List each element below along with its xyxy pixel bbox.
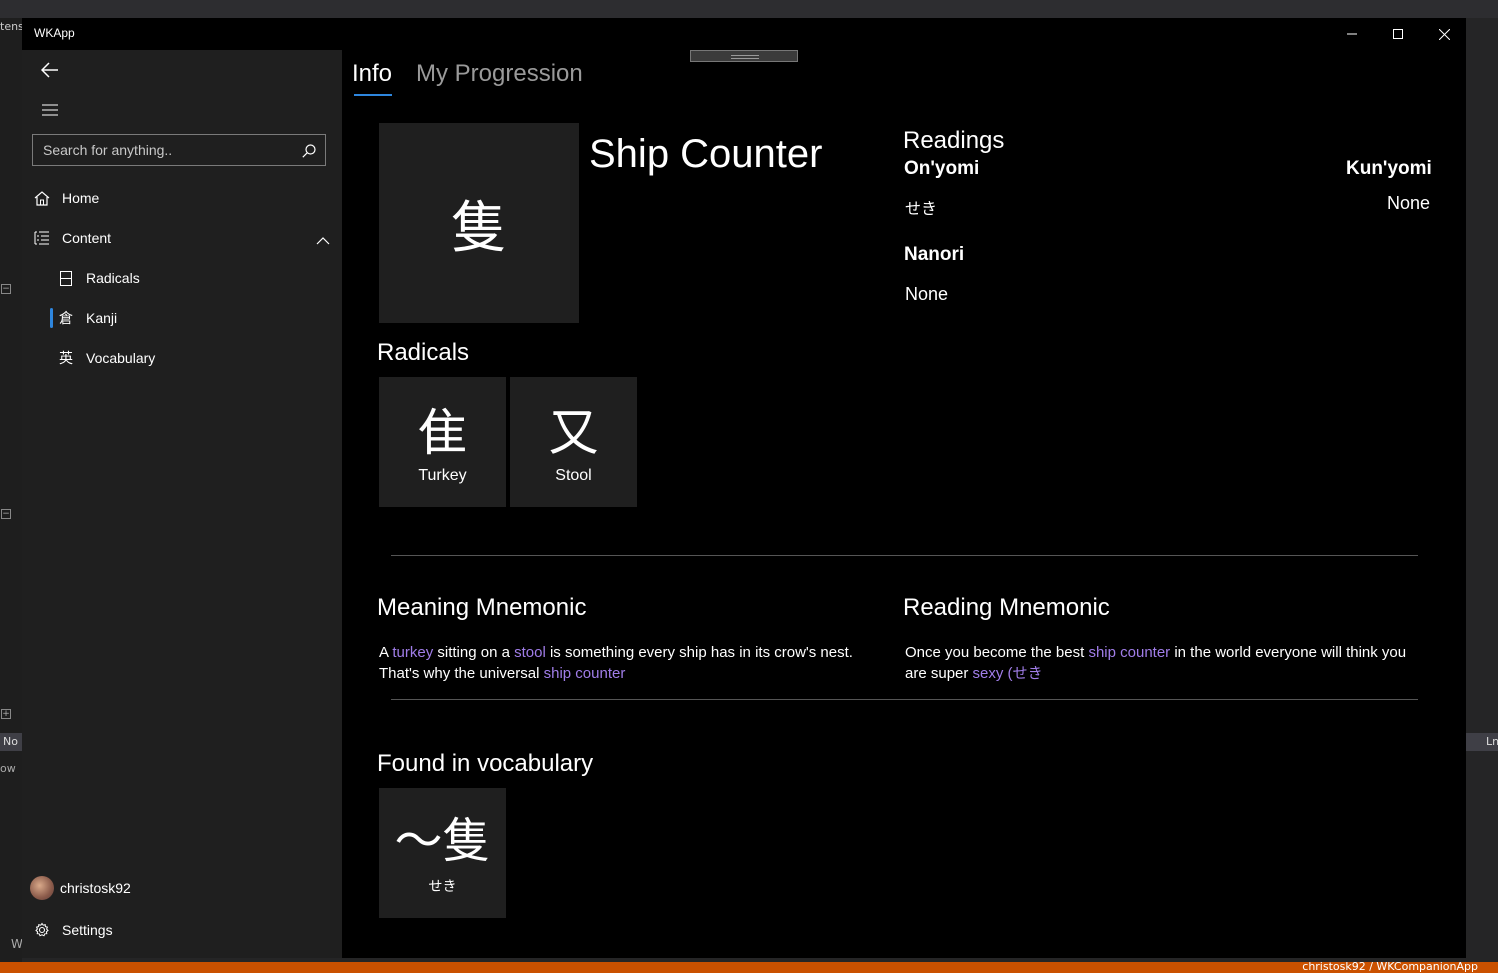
collapse-marker[interactable]: − [1, 284, 11, 294]
minimize-button[interactable] [1329, 18, 1375, 50]
mnemonic-highlight: turkey [392, 644, 434, 661]
mnemonic-highlight: sexy [972, 665, 1004, 682]
hamburger-icon [42, 104, 58, 116]
mnemonic-highlight: せき [1012, 665, 1043, 682]
kanji-tile: 隻 [379, 123, 579, 323]
nav-item-user[interactable]: christosk92 [22, 868, 342, 908]
search-box [32, 134, 326, 166]
nav-item-settings[interactable]: Settings [22, 910, 342, 950]
ide-left-strip [0, 18, 22, 963]
close-icon [1438, 28, 1450, 40]
close-button[interactable] [1421, 18, 1467, 50]
minimize-icon [1347, 33, 1357, 35]
tab-underline [354, 94, 392, 96]
ide-status-left: No [0, 733, 22, 751]
drag-handle[interactable] [690, 50, 798, 62]
ide-topbar [0, 0, 1498, 18]
collapse-marker[interactable]: − [1, 509, 11, 519]
radical-tile[interactable]: 隹 Turkey [379, 377, 506, 507]
meaning-mnemonic-text: A turkey sitting on a stool is something… [379, 644, 853, 682]
onyomi-value: せき [905, 199, 938, 218]
repo-label: christosk92 / WKCompanionApp [1302, 960, 1478, 973]
vocabulary-characters: 〜隻 [394, 813, 491, 869]
vocabulary-reading: せき [428, 879, 457, 895]
nav-item-label: Kanji [86, 310, 118, 326]
nav-item-kanji[interactable]: 倉 Kanji [22, 298, 342, 338]
maximize-button[interactable] [1375, 18, 1421, 50]
nav-item-label: Home [62, 190, 100, 206]
nav-item-label: Vocabulary [86, 350, 156, 366]
back-arrow-icon [41, 62, 58, 78]
chevron-up-icon[interactable] [316, 230, 330, 249]
kanji-character: 隻 [451, 195, 507, 261]
kunyomi-value: None [1387, 193, 1431, 213]
reading-mnemonic-title: Reading Mnemonic [903, 594, 1110, 621]
nav-item-label: Settings [62, 922, 113, 938]
selection-indicator [50, 308, 53, 328]
vocabulary-title: Found in vocabulary [377, 750, 594, 777]
ide-output-label: ow [0, 762, 16, 775]
readings-title: Readings [903, 127, 1005, 154]
nav-item-content[interactable]: Content [22, 218, 342, 258]
tab-info[interactable]: Info [352, 60, 392, 88]
nanori-value: None [905, 284, 949, 304]
radical-tile[interactable]: 又 Stool [510, 377, 637, 507]
mnemonic-highlight: stool [514, 644, 546, 661]
navigation-pane: Home Content Radicals 倉 Kanji 英 Vocabula… [22, 50, 342, 958]
divider [391, 555, 1418, 556]
radicals-title: Radicals [377, 339, 470, 366]
back-button[interactable] [30, 52, 70, 88]
divider [391, 699, 1418, 700]
kunyomi-label: Kun'yomi [1346, 158, 1432, 179]
radical-character: 又 [548, 404, 599, 462]
reading-mnemonic-text: Once you become the best ship counter in… [905, 644, 1407, 682]
radical-character: 隹 [417, 404, 468, 462]
search-input[interactable] [33, 135, 295, 165]
nanori-label: Nanori [904, 244, 965, 265]
ide-status-right: Ln [1466, 733, 1498, 751]
ide-left-label: tens [0, 20, 24, 33]
nav-item-label: Content [62, 230, 112, 246]
vocabulary-tile[interactable]: 〜隻 せき [379, 788, 506, 918]
meaning-mnemonic-title: Meaning Mnemonic [377, 594, 587, 621]
expand-marker[interactable]: + [1, 709, 11, 719]
ide-status-bar: christosk92 / WKCompanionApp [0, 960, 1498, 973]
main-content: Info My Progression 隻 Ship Counter Readi… [342, 50, 1466, 958]
mnemonic-highlight: ship counter [1088, 644, 1171, 661]
app-window: WKApp Home [22, 18, 1466, 958]
nav-item-label: Radicals [86, 270, 140, 286]
title-bar: WKApp [22, 18, 1466, 50]
nav-item-vocabulary[interactable]: 英 Vocabulary [22, 338, 342, 378]
search-icon [302, 144, 316, 158]
gear-icon [22, 922, 62, 938]
search-button[interactable] [297, 139, 321, 163]
ide-right-strip [1466, 18, 1498, 963]
radicals-icon [46, 270, 86, 286]
nav-item-radicals[interactable]: Radicals [22, 258, 342, 298]
home-icon [22, 190, 62, 206]
user-name: christosk92 [60, 880, 131, 896]
radical-name: Turkey [418, 467, 467, 484]
kanji-meaning: Ship Counter [589, 132, 823, 176]
mnemonic-highlight: ship counter [543, 665, 626, 682]
app-title: WKApp [34, 26, 75, 40]
list-icon [22, 231, 62, 245]
onyomi-label: On'yomi [904, 158, 980, 179]
radical-name: Stool [555, 467, 592, 484]
hamburger-button[interactable] [30, 92, 70, 128]
tab-my-progression[interactable]: My Progression [416, 60, 583, 88]
vocabulary-icon: 英 [59, 351, 73, 367]
nav-item-home[interactable]: Home [22, 178, 342, 218]
maximize-icon [1393, 29, 1403, 39]
avatar [30, 876, 54, 900]
